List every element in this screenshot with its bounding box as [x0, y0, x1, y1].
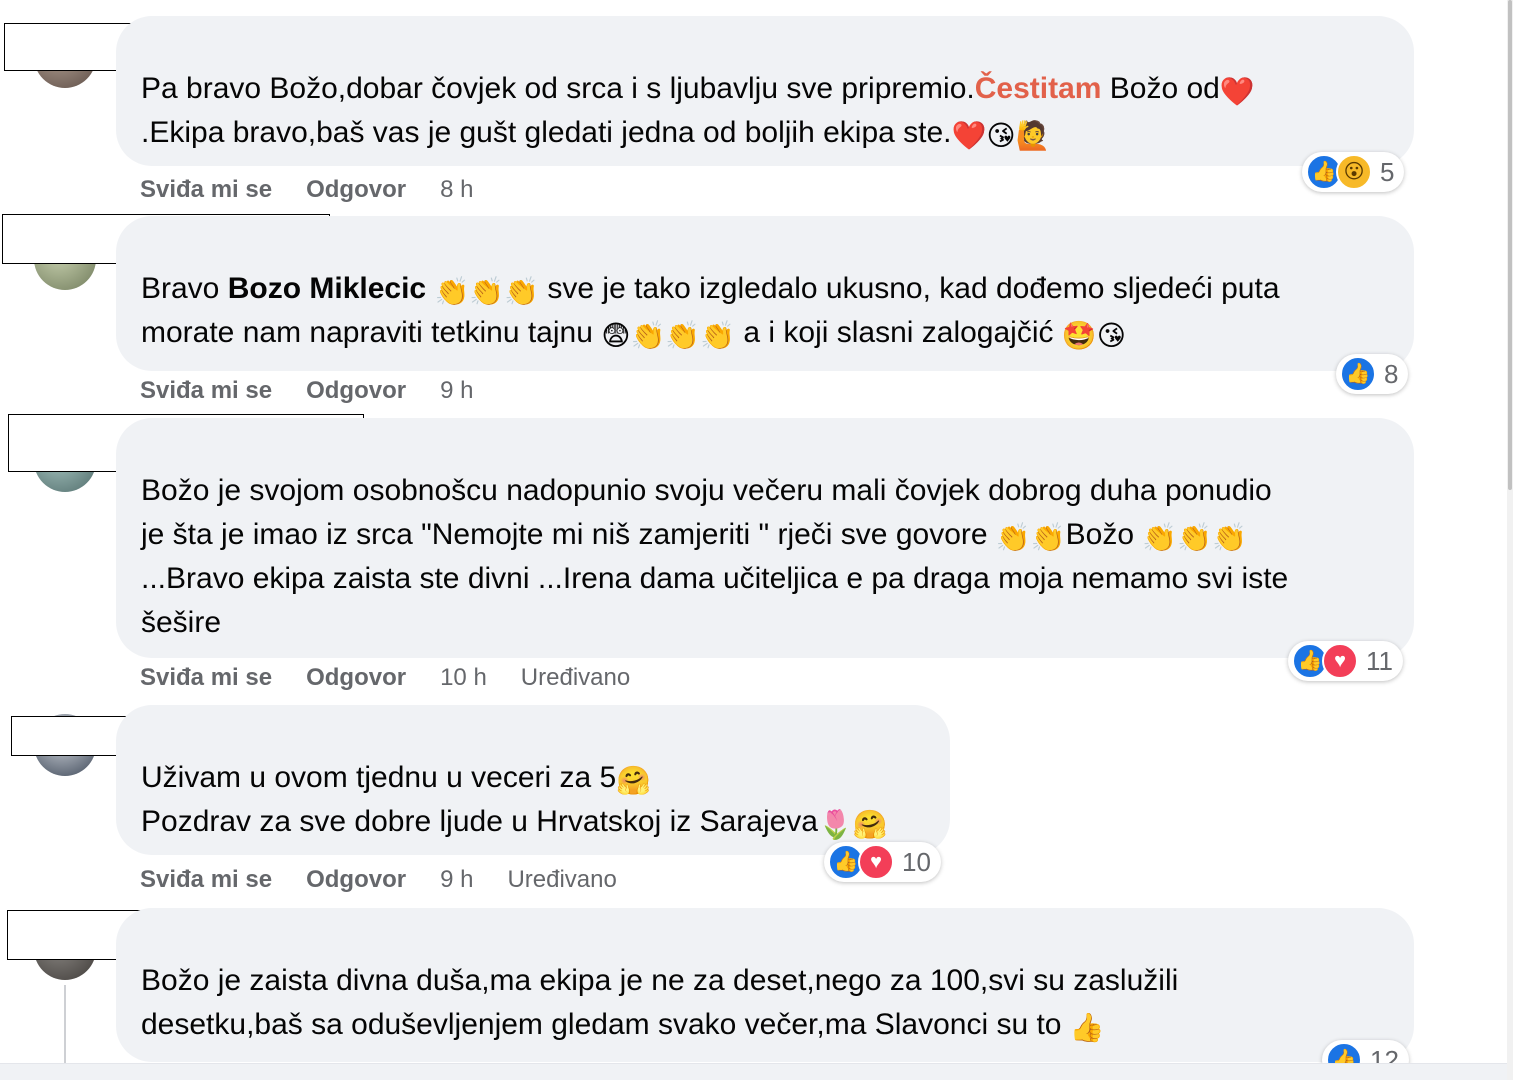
- horizontal-scroll-edge: [0, 1063, 1513, 1080]
- reaction-summary[interactable]: 👍 😮 5: [1302, 152, 1405, 192]
- love-heart-icon: ♥: [1322, 643, 1358, 679]
- reaction-summary[interactable]: 👍 ♥ 10: [824, 842, 941, 882]
- comment-text-line: Bravo Bozo Miklecic 👏👏👏 sve je tako izgl…: [141, 272, 1280, 307]
- clap-emoji: 👏👏: [995, 522, 1066, 553]
- comment-actions: Sviđa mi se Odgovor 9 h: [140, 377, 473, 405]
- vertical-scrollbar[interactable]: [1507, 0, 1513, 1080]
- hugging-emoji: 🤗: [616, 765, 652, 796]
- comment-text-line: Božo je svojom osobnošcu nadopunio svoju…: [141, 474, 1272, 507]
- timestamp[interactable]: 8 h: [440, 176, 473, 204]
- comment-text-line: Pa bravo Božo,dobar čovjek od srca i s l…: [141, 72, 1255, 107]
- reaction-count: 5: [1380, 156, 1395, 187]
- comment-actions: Sviđa mi se Odgovor 9 h Uređivano: [140, 866, 617, 894]
- like-thumb-icon: 👍: [1340, 356, 1376, 392]
- comment-text-line: je šta je imao iz srca "Nemojte mi niš z…: [141, 518, 1247, 553]
- reply-button[interactable]: Odgovor: [306, 866, 406, 894]
- thread-line: [64, 985, 66, 1065]
- comment-bubble: Bravo Bozo Miklecic 👏👏👏 sve je tako izgl…: [116, 216, 1414, 371]
- comment-bubble: Božo je svojom osobnošcu nadopunio svoju…: [116, 418, 1414, 658]
- reaction-count: 10: [902, 846, 931, 877]
- reaction-count: 8: [1384, 358, 1399, 389]
- reaction-summary[interactable]: 👍 ♥ 11: [1288, 641, 1403, 681]
- comment-text-line: Pozdrav za sve dobre ljude u Hrvatskoj i…: [141, 805, 888, 840]
- emoji-group: ❤️😘🙋: [951, 120, 1051, 151]
- timestamp[interactable]: 9 h: [440, 377, 473, 405]
- reply-button[interactable]: Odgovor: [306, 176, 406, 204]
- emoji-group: 🌷🤗: [818, 809, 888, 840]
- love-heart-icon: ♥: [858, 844, 894, 880]
- mention-link[interactable]: Bozo Miklecic: [228, 272, 426, 305]
- comment-text-line: ...Bravo ekipa zaista ste divni ...Irena…: [141, 562, 1289, 595]
- reply-button[interactable]: Odgovor: [306, 664, 406, 692]
- emoji-group: 🤩😘: [1061, 320, 1126, 351]
- comment-bubble: Uživam u ovom tjednu u veceri za 5🤗 Pozd…: [116, 705, 950, 855]
- timestamp[interactable]: 9 h: [440, 866, 473, 894]
- like-button[interactable]: Sviđa mi se: [140, 664, 272, 692]
- comment-bubble: Božo je zaista divna duša,ma ekipa je ne…: [116, 908, 1414, 1062]
- comment-actions: Sviđa mi se Odgovor 8 h: [140, 176, 473, 204]
- heart-emoji: ❤️: [1219, 76, 1255, 107]
- emoji-group: 😨👏👏👏: [601, 320, 736, 351]
- comment-bubble: Pa bravo Božo,dobar čovjek od srca i s l…: [116, 16, 1414, 166]
- like-button[interactable]: Sviđa mi se: [140, 377, 272, 405]
- comment-text-line: .Ekipa bravo,baš vas je gušt gledati jed…: [141, 116, 1051, 151]
- comment-text-line: desetku,baš sa oduševljenjem gledam svak…: [141, 1008, 1105, 1043]
- clap-emoji: 👏👏👏: [434, 276, 540, 307]
- reaction-count: 11: [1366, 645, 1393, 676]
- like-button[interactable]: Sviđa mi se: [140, 176, 272, 204]
- reaction-summary[interactable]: 👍 8: [1336, 354, 1409, 394]
- comment-text-line: Božo je zaista divna duša,ma ekipa je ne…: [141, 964, 1179, 997]
- clap-emoji: 👏👏👏: [1142, 522, 1247, 553]
- edited-label[interactable]: Uređivano: [521, 664, 630, 692]
- timestamp[interactable]: 10 h: [440, 664, 487, 692]
- thumbs-up-emoji: 👍: [1069, 1012, 1105, 1043]
- wow-face-icon: 😮: [1336, 154, 1372, 190]
- reply-button[interactable]: Odgovor: [306, 377, 406, 405]
- like-button[interactable]: Sviđa mi se: [140, 866, 272, 894]
- comment-text-line: morate nam napraviti tetkinu tajnu 😨👏👏👏 …: [141, 316, 1126, 351]
- scrollbar-thumb[interactable]: [1508, 0, 1512, 490]
- comment-text-line: Uživam u ovom tjednu u veceri za 5🤗: [141, 761, 652, 796]
- hashtag-link[interactable]: Čestitam: [975, 72, 1102, 105]
- comment-text-line: šešire: [141, 606, 222, 639]
- comment-actions: Sviđa mi se Odgovor 10 h Uređivano: [140, 664, 630, 692]
- edited-label[interactable]: Uređivano: [507, 866, 616, 894]
